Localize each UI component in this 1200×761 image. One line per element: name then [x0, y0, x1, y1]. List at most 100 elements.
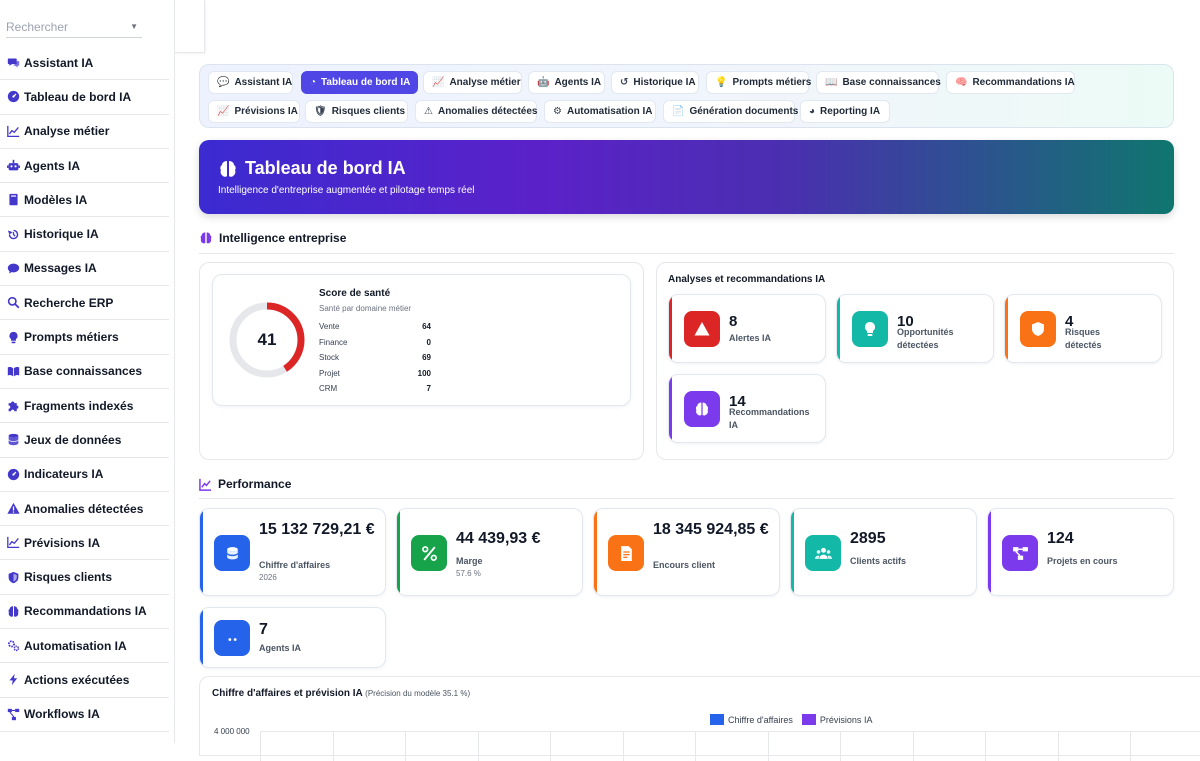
accent-bar [397, 509, 400, 595]
sidebar-item-prévisions-ia[interactable]: Prévisions IA [0, 526, 169, 561]
chart-precision: (Précision du modèle 35.1 %) [365, 689, 471, 698]
sidebar-item-workflows-ia[interactable]: Workflows IA [0, 698, 169, 732]
health-score-subtitle: Santé par domaine métier [319, 304, 412, 313]
grid-line [985, 731, 986, 761]
analysis-card[interactable]: 14 Recommandations IA [668, 374, 826, 443]
robot-icon [6, 158, 21, 173]
legend-swatch [710, 714, 724, 725]
page-title: Tableau de bord IA [245, 158, 406, 178]
sidebar-item-recherche-erp[interactable]: Recherche ERP [0, 286, 169, 321]
sidebar-item-prompts-métiers[interactable]: Prompts métiers [0, 320, 169, 355]
sidebar-item-fragments-indexés[interactable]: Fragments indexés [0, 389, 169, 424]
analysis-label: Recommandations IA [729, 407, 810, 430]
tab-agents-ia[interactable]: 🤖 Agents IA [528, 71, 605, 94]
grid-line [477, 731, 479, 761]
tab-label: Assistant IA [234, 77, 293, 88]
tab-label: Agents IA [554, 77, 602, 88]
kpi-card[interactable]: 18 345 924,85 € Encours client [593, 508, 780, 596]
tab-base-connaissances[interactable]: 📖 Base connaissances [816, 71, 941, 94]
sidebar-item-modèles-ia[interactable]: Modèles IA [0, 183, 169, 218]
sidebar-item-label: Tableau de bord IA [24, 89, 132, 104]
analysis-card[interactable]: 8 Alertes IA [668, 294, 826, 363]
chart-title-row: Chiffre d'affaires et prévision IA (Préc… [212, 688, 470, 699]
sidebar-item-analyse-métier[interactable]: Analyse métier [0, 115, 169, 149]
sidebar-item-agents-ia[interactable]: Agents IA [0, 149, 169, 184]
accent-bar [669, 295, 672, 362]
chart-line-icon [6, 124, 21, 139]
sidebar-item-recommandations-ia[interactable]: Recommandations IA [0, 595, 169, 630]
analysis-card[interactable]: 4 Risques détectés [1004, 294, 1162, 363]
tab-historique-ia[interactable]: ↺ Historique IA [611, 71, 699, 94]
kpi-card[interactable]: 15 132 729,21 € Chiffre d'affaires 2026 [199, 508, 386, 596]
kpi-card[interactable]: 124 Projets en cours [987, 508, 1174, 596]
tab-reporting-ia[interactable]: ◕ Reporting IA [800, 100, 890, 123]
tab-tableau-de-bord-ia[interactable]: ◔ Tableau de bord IA [301, 71, 418, 94]
tab-anomalies-détectées[interactable]: ⚠ Anomalies détectées [415, 100, 537, 123]
sidebar-item-anomalies-détectées[interactable]: Anomalies détectées [0, 492, 169, 527]
health-domain-row: Projet 100 [319, 366, 431, 381]
tab-recommandations-ia[interactable]: 🧠 Recommandations IA [946, 71, 1075, 94]
grid-line [1130, 731, 1131, 761]
sidebar-item-assistant-ia[interactable]: Assistant IA [0, 46, 169, 81]
brain-icon [6, 604, 21, 619]
sidebar-item-label: Prompts métiers [24, 330, 119, 345]
lightbulb-icon [852, 311, 888, 347]
sidebar-item-label: Historique IA [24, 227, 99, 242]
health-domain-row: Vente 64 [319, 319, 431, 334]
tab-icon: ↺ [620, 77, 629, 88]
grid-line [332, 731, 334, 761]
tab-automatisation-ia[interactable]: ⚙ Automatisation IA [544, 100, 656, 123]
page-header-banner: Tableau de bord IA Intelligence d'entrep… [199, 140, 1174, 214]
kpi-value: 15 132 729,21 € [259, 521, 375, 538]
sidebar-item-historique-ia[interactable]: Historique IA [0, 217, 169, 252]
tab-analyse-métier[interactable]: 📈 Analyse métier [423, 71, 522, 94]
kpi-card[interactable]: 7 Agents IA [199, 607, 386, 668]
kpi-value: 18 345 924,85 € [653, 521, 769, 538]
sidebar-item-risques-clients[interactable]: Risques clients [0, 560, 169, 595]
sidebar-item-base-connaissances[interactable]: Base connaissances [0, 355, 169, 389]
gears-icon [6, 638, 21, 653]
shield-icon [1020, 311, 1056, 347]
tab-génération-documents[interactable]: 📄 Génération documents [663, 100, 798, 123]
search-select[interactable]: Rechercher ▼ [6, 16, 142, 38]
analysis-label: Opportunités détectées [897, 327, 954, 350]
brain-icon [684, 391, 720, 427]
chart-title: Chiffre d'affaires et prévision IA [212, 688, 363, 699]
tab-label: Prompts métiers [732, 77, 812, 88]
sidebar-item-indicateurs-ia[interactable]: Indicateurs IA [0, 458, 169, 492]
sidebar-item-tableau-de-bord-ia[interactable]: Tableau de bord IA [0, 80, 169, 115]
accent-bar [594, 509, 597, 595]
tab-icon: 📖 [825, 77, 838, 88]
tab-bar: 💬 Assistant IA ◔ Tableau de bord IA 📈 Analyse… [199, 64, 1174, 128]
sidebar-item-jeux-de-données[interactable]: Jeux de données [0, 423, 169, 458]
sidebar-item-actions-exécutées[interactable]: Actions exécutées [0, 663, 169, 698]
analysis-card[interactable]: 10 Opportunités détectées [836, 294, 994, 363]
tab-icon: 📄 [672, 106, 685, 117]
tab-risques-clients[interactable]: 🛡 Risques clients [305, 100, 408, 123]
accent-bar [1005, 295, 1008, 362]
tab-icon: 💬 [217, 77, 230, 88]
open-book-icon [6, 364, 21, 379]
grid-line [767, 731, 769, 761]
kpi-card[interactable]: 44 439,93 € Marge 57.6 % [396, 508, 583, 596]
main-content: 💬 Assistant IA ◔ Tableau de bord IA 📈 Analyse… [199, 0, 1200, 761]
tab-prévisions-ia[interactable]: 📈 Prévisions IA [208, 100, 300, 123]
kpi-card[interactable]: 2895 Clients actifs [790, 508, 977, 596]
shield-icon [6, 570, 21, 585]
sidebar-item-automatisation-ia[interactable]: Automatisation IA [0, 629, 169, 664]
message-icon [6, 261, 21, 276]
chat-icon [6, 55, 21, 70]
health-domain-row: CRM 7 [319, 381, 431, 396]
accent-bar [669, 375, 672, 442]
gauge-icon [6, 467, 21, 482]
tab-assistant-ia[interactable]: 💬 Assistant IA [208, 71, 293, 94]
tab-label: Base connaissances [842, 77, 941, 88]
grid-line [695, 731, 696, 761]
chevron-down-icon: ▼ [130, 22, 138, 31]
health-domain-label: Vente [319, 322, 340, 331]
tab-label: Historique IA [633, 77, 696, 88]
bolt-icon [6, 672, 21, 687]
sidebar-item-messages-ia[interactable]: Messages IA [0, 252, 169, 287]
tab-prompts-métiers[interactable]: 💡 Prompts métiers [706, 71, 812, 94]
kpi-label: Encours client [653, 560, 716, 570]
